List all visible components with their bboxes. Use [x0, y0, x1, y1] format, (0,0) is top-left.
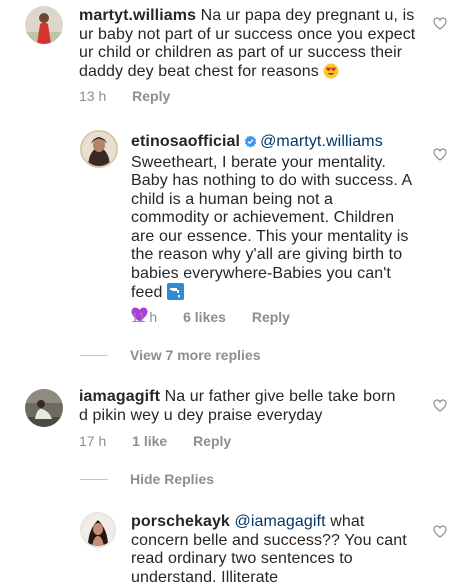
avatar-image	[82, 514, 114, 546]
likes-count[interactable]: 6 likes	[183, 309, 226, 325]
comment-text: porschekayk @iamagagift what concern bel…	[131, 513, 421, 587]
avatar[interactable]	[80, 512, 116, 548]
divider	[80, 355, 108, 356]
tap-water-emoji	[167, 283, 185, 306]
comment-text: martyt.williams Na ur papa dey pregnant …	[79, 7, 421, 84]
avatar-image	[25, 6, 63, 44]
avatar-image	[25, 389, 63, 427]
reply-button[interactable]: Reply	[193, 433, 231, 449]
likes-count[interactable]: 1 like	[132, 433, 167, 449]
divider	[80, 479, 108, 480]
timestamp: 13 h	[79, 88, 107, 104]
verified-badge-icon	[244, 135, 257, 154]
hide-replies-button[interactable]: Hide Replies	[130, 471, 214, 487]
comment-meta: 11 h 6 likes Reply	[131, 309, 312, 325]
reply-button[interactable]: Reply	[132, 88, 170, 104]
like-heart-icon[interactable]	[433, 17, 447, 30]
comment-text: iamagagift Na ur father give belle take …	[79, 388, 409, 425]
comment-meta: 13 h Reply	[79, 88, 192, 104]
comment-body: Sweetheart, I berate your mentality. Bab…	[131, 153, 412, 302]
avatar[interactable]	[25, 389, 63, 427]
view-more-replies-button[interactable]: View 7 more replies	[130, 347, 260, 363]
avatar[interactable]	[25, 6, 63, 44]
avatar[interactable]	[80, 130, 118, 168]
username[interactable]: etinosaofficial	[131, 133, 240, 150]
username[interactable]: martyt.williams	[79, 7, 196, 24]
comment-meta: 17 h 1 like Reply	[79, 433, 253, 449]
username[interactable]: iamagagift	[79, 388, 160, 405]
timestamp: 11 h	[131, 309, 158, 325]
reply-button[interactable]: Reply	[252, 309, 290, 325]
mention-link[interactable]: @martyt.williams	[260, 133, 383, 150]
like-heart-icon[interactable]	[433, 525, 447, 538]
heart-eyes-emoji	[323, 63, 339, 85]
mention-link[interactable]: @iamagagift	[234, 513, 325, 530]
comment-text: etinosaofficial @martyt.williams Sweethe…	[131, 133, 414, 327]
avatar-image	[82, 132, 116, 166]
like-heart-icon[interactable]	[433, 148, 447, 161]
timestamp: 17 h	[79, 433, 107, 449]
like-heart-icon[interactable]	[433, 399, 447, 412]
username[interactable]: porschekayk	[131, 513, 230, 530]
